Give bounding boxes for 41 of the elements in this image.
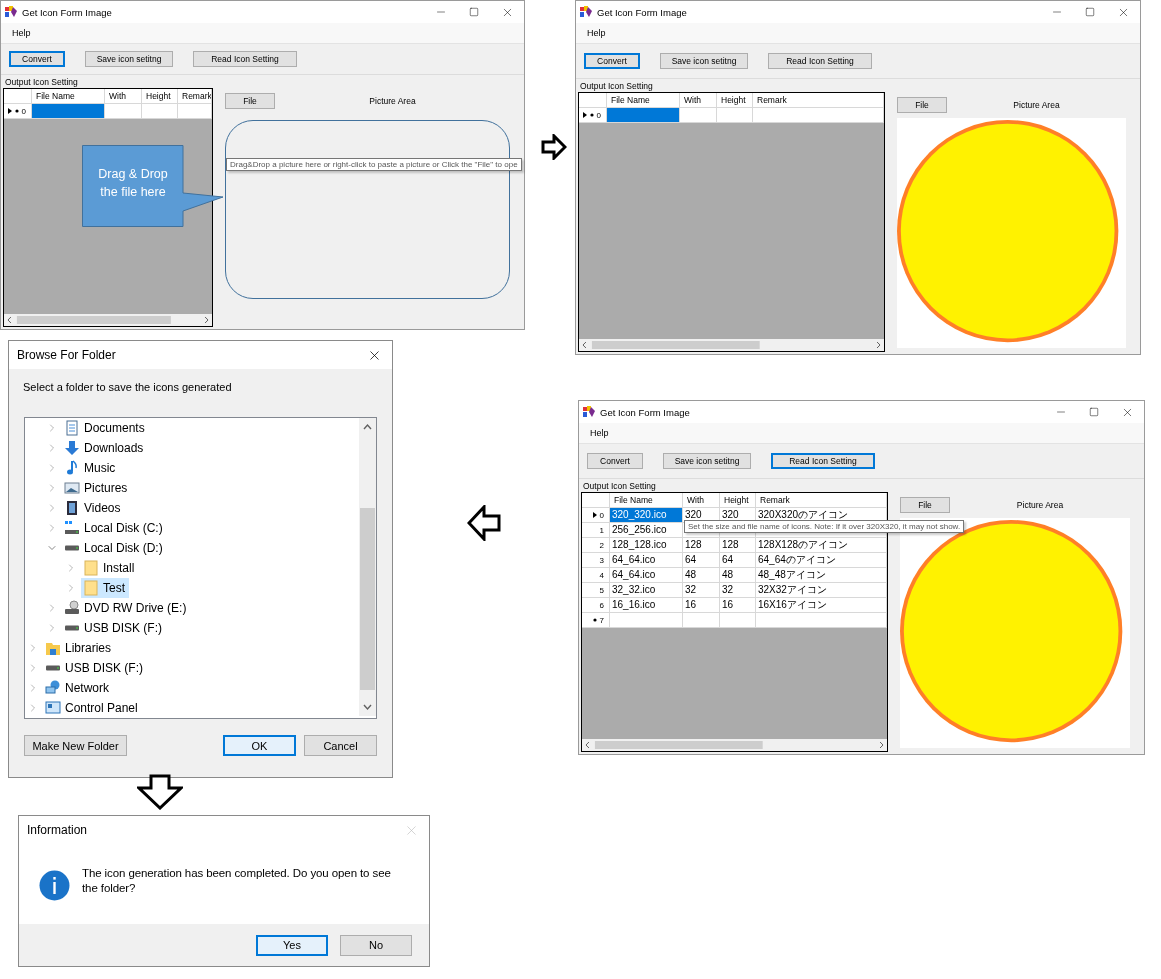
tree-item-label: Videos bbox=[84, 501, 121, 515]
tree-item-label: Network bbox=[65, 681, 109, 695]
callout-text: Drag & Drop the file here bbox=[97, 166, 169, 201]
picture-area-label: Picture Area bbox=[1015, 500, 1065, 510]
dialog-message: The icon generation has been completed. Do you open to see the folder? bbox=[82, 866, 392, 896]
section-label: Output Icon Setting bbox=[582, 480, 657, 492]
row-number: 7 bbox=[599, 615, 604, 625]
tree-item-label: Downloads bbox=[84, 441, 144, 455]
dialog-title: Browse For Folder bbox=[17, 348, 116, 362]
picture-area-label: Picture Area bbox=[1012, 100, 1061, 110]
tree-item-label: USB DISK (F:) bbox=[65, 661, 143, 675]
tree-item-label: Install bbox=[103, 561, 135, 575]
row-number: 2 bbox=[599, 540, 604, 550]
tree-item-label: USB DISK (F:) bbox=[84, 621, 162, 635]
dialog-prompt: Select a folder to save the icons generated bbox=[22, 380, 233, 395]
row-number: 0 bbox=[21, 106, 26, 116]
section-label: Output Icon Setting bbox=[579, 80, 654, 92]
row-number: 6 bbox=[599, 600, 604, 610]
tree-item-label: DVD RW Drive (E:) bbox=[84, 601, 187, 615]
tree-item-label: Pictures bbox=[84, 481, 128, 495]
row-number: 4 bbox=[599, 570, 604, 580]
window-title: Get Icon Form Image bbox=[22, 6, 113, 18]
window-title: Get Icon Form Image bbox=[600, 406, 691, 418]
row-number: 0 bbox=[596, 110, 601, 120]
row-number: 0 bbox=[599, 510, 604, 520]
tree-item-label: Local Disk (C:) bbox=[84, 521, 163, 535]
tooltip: Set the size and file name of icons. Note: If it over 320X320, it may not show. bbox=[684, 520, 965, 533]
row-number: 5 bbox=[599, 585, 604, 595]
tree-item-label: Documents bbox=[84, 421, 145, 435]
row-number: 1 bbox=[599, 525, 604, 535]
dialog-title: Information bbox=[27, 823, 88, 837]
window-title: Get Icon Form Image bbox=[597, 6, 688, 18]
tooltip: Drag&Drop a picture here or right-click to paste a picture or Click the "File" to ope bbox=[226, 158, 522, 171]
tree-item-label: Test bbox=[103, 581, 125, 595]
tree-item-label: Music bbox=[84, 461, 116, 475]
tree-item-label: Control Panel bbox=[65, 701, 138, 715]
tree-item-label: Local Disk (D:) bbox=[84, 541, 163, 555]
tree-item-label: Libraries bbox=[65, 641, 112, 655]
row-number: 3 bbox=[599, 555, 604, 565]
picture-area-label: Picture Area bbox=[368, 96, 417, 106]
section-label: Output Icon Setting bbox=[4, 76, 79, 88]
